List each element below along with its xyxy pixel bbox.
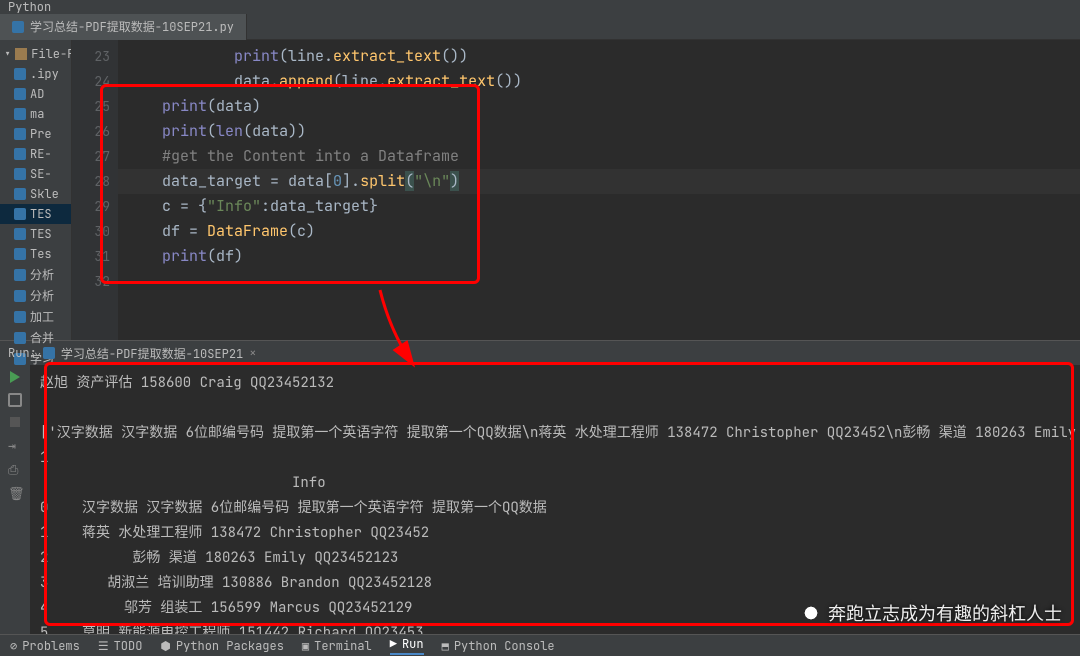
stop-icon[interactable] xyxy=(10,417,20,427)
code-area[interactable]: print(line.extract_text()) data.append(l… xyxy=(118,40,1080,340)
sidebar-item[interactable]: TES xyxy=(0,224,71,244)
python-file-icon xyxy=(14,311,26,323)
sb-packages[interactable]: ⬢ Python Packages xyxy=(160,638,284,654)
python-file-icon xyxy=(14,168,26,180)
sidebar-item[interactable]: RE- xyxy=(0,144,71,164)
code-line[interactable]: print(df) xyxy=(118,244,1080,269)
python-file-icon xyxy=(14,290,26,302)
sidebar-item[interactable]: ma xyxy=(0,104,71,124)
sidebar-item[interactable]: Skle xyxy=(0,184,71,204)
sidebar-item[interactable]: SE- xyxy=(0,164,71,184)
code-line[interactable]: print(len(data)) xyxy=(118,119,1080,144)
code-editor[interactable]: 23242526272829303132 print(line.extract_… xyxy=(72,40,1080,340)
python-file-icon xyxy=(14,148,26,160)
python-file-icon xyxy=(14,68,26,80)
python-file-icon xyxy=(43,347,55,359)
watermark: 奔跑立志成为有趣的斜杠人士 xyxy=(800,600,1062,626)
python-file-icon xyxy=(14,128,26,140)
tab-label: 学习总结-PDF提取数据-10SEP21.py xyxy=(30,18,234,35)
line-gutter: 23242526272829303132 xyxy=(72,40,118,340)
code-line[interactable]: print(line.extract_text()) xyxy=(118,44,1080,69)
code-line[interactable]: c = {"Info":data_target} xyxy=(118,194,1080,219)
status-bar: ⊘ Problems ☰ TODO ⬢ Python Packages ▣ Te… xyxy=(0,634,1080,656)
breadcrumb-bar: Python xyxy=(0,0,1080,14)
python-file-icon xyxy=(14,332,26,344)
sidebar-item[interactable]: 加工 xyxy=(0,306,71,327)
code-line[interactable]: print(data) xyxy=(118,94,1080,119)
sb-console[interactable]: ⬒ Python Console xyxy=(442,638,555,654)
python-file-icon xyxy=(12,21,24,33)
tree-root[interactable]: ▾ File-Py xyxy=(0,44,71,64)
python-file-icon xyxy=(14,108,26,120)
python-file-icon xyxy=(14,248,26,260)
code-line[interactable]: data_target = data[0].split("\n") xyxy=(118,169,1080,194)
editor-tabs: 学习总结-PDF提取数据-10SEP21.py xyxy=(0,14,1080,40)
code-line[interactable]: data.append(line.extract_text()) xyxy=(118,69,1080,94)
python-file-icon xyxy=(14,88,26,100)
python-file-icon xyxy=(14,228,26,240)
sidebar-item[interactable]: AD xyxy=(0,84,71,104)
sidebar-item[interactable]: .ipy xyxy=(0,64,71,84)
sb-run[interactable]: ▶ Run xyxy=(390,636,424,655)
sidebar-item[interactable]: 分析 xyxy=(0,285,71,306)
sidebar-item[interactable]: 分析 xyxy=(0,264,71,285)
python-file-icon xyxy=(14,188,26,200)
code-line[interactable]: #get the Content into a Dataframe xyxy=(118,144,1080,169)
folder-icon xyxy=(15,48,27,60)
python-file-icon xyxy=(14,269,26,281)
sidebar-item[interactable]: Tes xyxy=(0,244,71,264)
sb-todo[interactable]: ☰ TODO xyxy=(98,638,143,654)
sidebar-item[interactable]: TES xyxy=(0,204,71,224)
sb-terminal[interactable]: ▣ Terminal xyxy=(302,638,372,654)
code-line[interactable]: df = DataFrame(c) xyxy=(118,219,1080,244)
wechat-icon xyxy=(800,602,822,624)
project-sidebar[interactable]: ▾ File-Py .ipyADmaPreRE-SE-SkleTESTESTes… xyxy=(0,40,72,340)
sb-problems[interactable]: ⊘ Problems xyxy=(10,638,80,654)
run-header[interactable]: Run: 学习总结-PDF提取数据-10SEP21 × xyxy=(0,341,1080,365)
python-file-icon xyxy=(14,208,26,220)
run-toolbar: ⇥ ⎙ 🗑 xyxy=(0,365,30,645)
sidebar-item[interactable]: Pre xyxy=(0,124,71,144)
rerun-icon[interactable] xyxy=(8,393,22,407)
tab-file[interactable]: 学习总结-PDF提取数据-10SEP21.py xyxy=(0,14,247,40)
run-icon[interactable] xyxy=(10,371,20,383)
